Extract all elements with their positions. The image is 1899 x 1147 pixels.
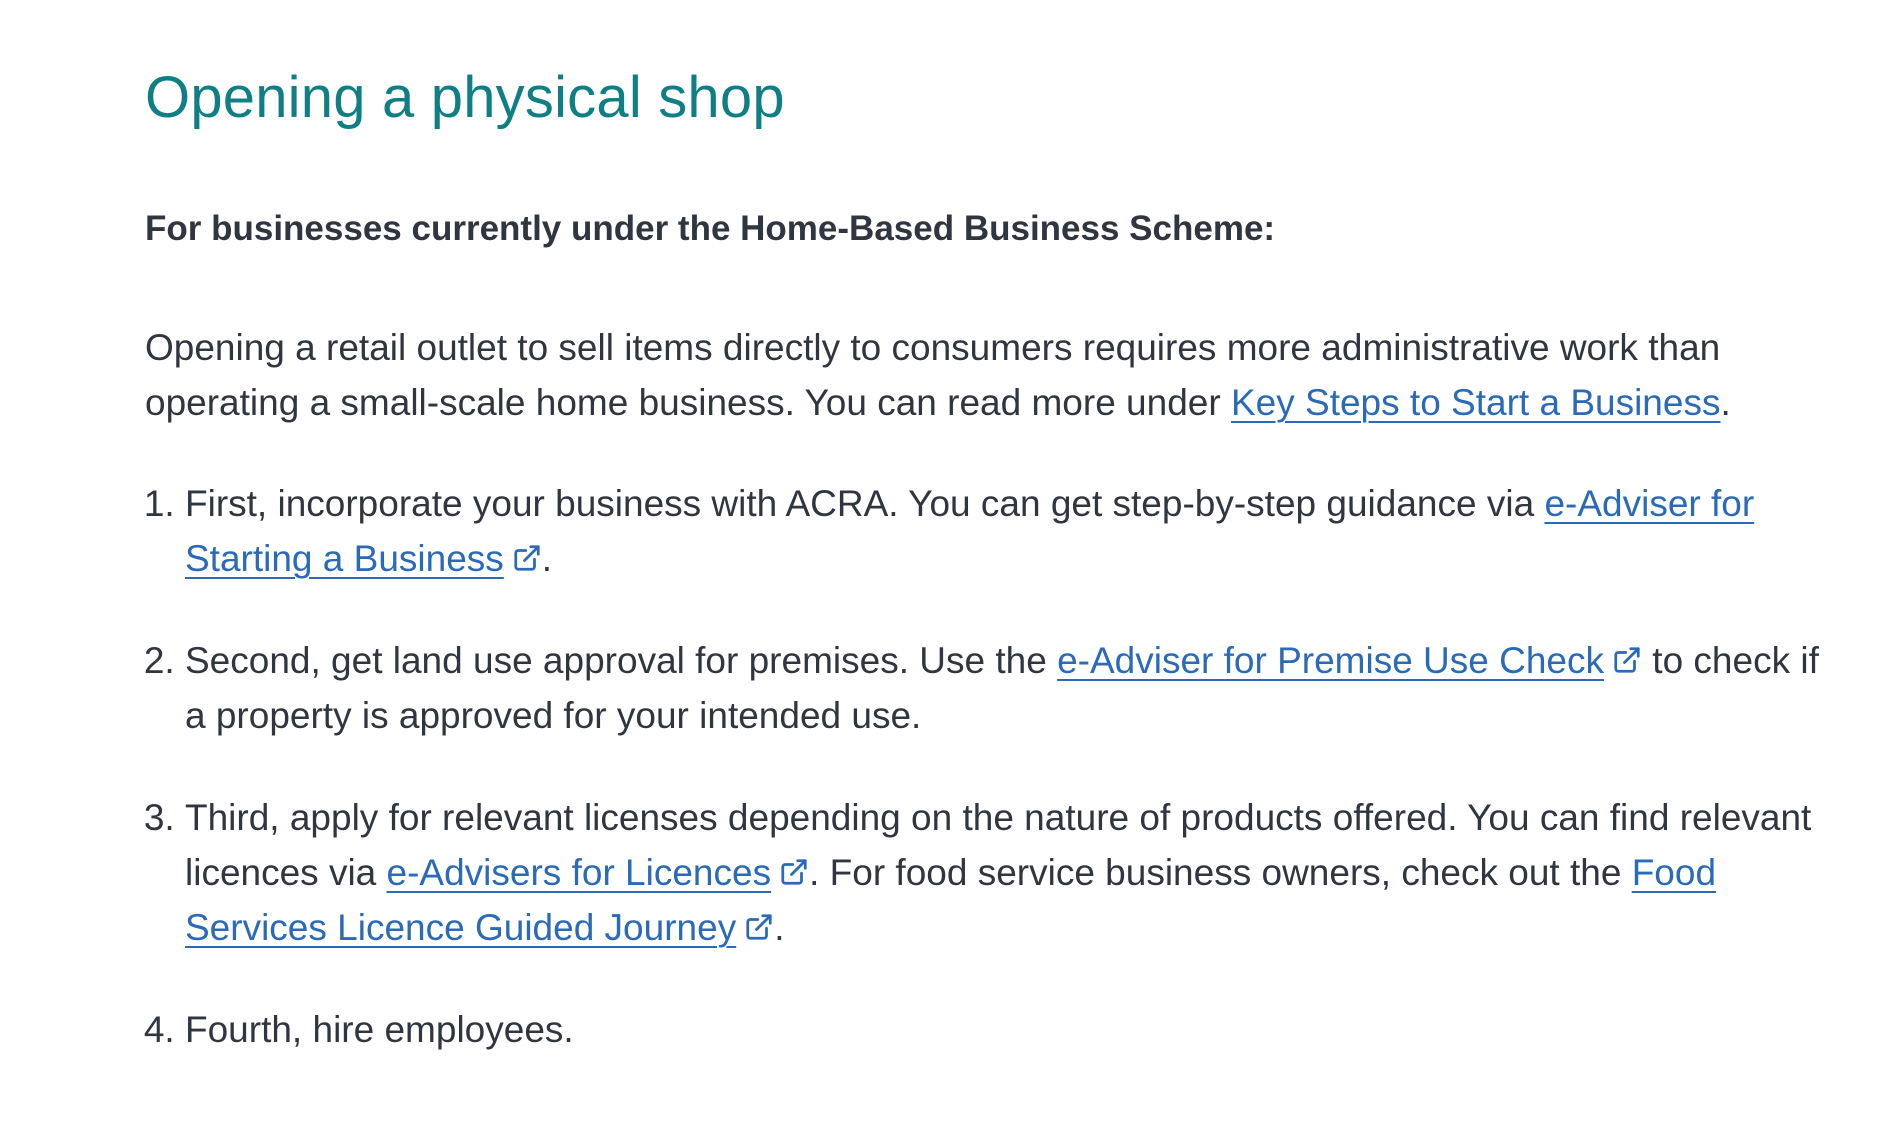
step-1-text: First, incorporate your business with AC… <box>185 483 1545 524</box>
step-2-text: Second, get land use approval for premis… <box>185 640 1058 681</box>
step-3-text-end: . <box>774 907 785 948</box>
main-content: Opening a physical shop For businesses c… <box>145 58 1845 1050</box>
e-advisers-licences-label[interactable]: e-Advisers for Licences <box>387 852 772 893</box>
external-link-icon[interactable] <box>1612 635 1642 673</box>
e-advisers-licences-link[interactable]: e-Advisers for Licences <box>387 852 772 893</box>
step-3-text-middle: . For food service business owners, chec… <box>809 852 1632 893</box>
intro-paragraph: Opening a retail outlet to sell items di… <box>145 320 1845 430</box>
steps-list: First, incorporate your business with AC… <box>145 476 1845 1104</box>
list-item-step-1: First, incorporate your business with AC… <box>185 476 1845 586</box>
intro-text-end: . <box>1720 382 1731 423</box>
step-1-text-end: . <box>541 538 553 579</box>
external-link-icon[interactable] <box>744 902 774 940</box>
e-adviser-premise-use-link[interactable]: e-Adviser for Premise Use Check <box>1057 640 1604 681</box>
section-subheading: For businesses currently under the Home-… <box>145 209 1276 248</box>
list-item-step-4: Fourth, hire employees. <box>185 1002 1845 1057</box>
page-title: Opening a physical shop <box>145 65 785 130</box>
list-item-step-3: Third, apply for relevant licenses depen… <box>185 790 1845 955</box>
external-link-icon[interactable] <box>779 847 809 885</box>
list-item-step-2: Second, get land use approval for premis… <box>185 633 1845 743</box>
external-link-icon[interactable] <box>512 533 542 571</box>
key-steps-link[interactable]: Key Steps to Start a Business <box>1231 382 1720 423</box>
step-4-text: Fourth, hire employees. <box>185 1009 574 1050</box>
e-adviser-premise-use-label[interactable]: e-Adviser for Premise Use Check <box>1057 640 1604 681</box>
